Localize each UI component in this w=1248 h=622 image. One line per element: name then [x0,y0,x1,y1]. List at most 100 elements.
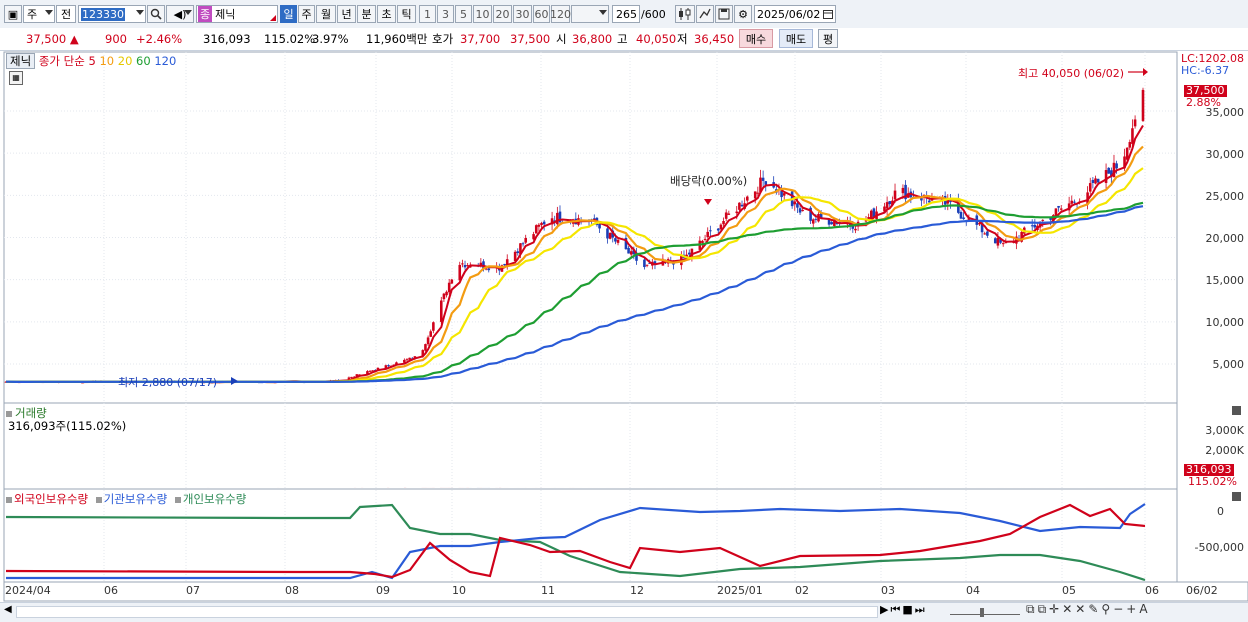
candle-body [1057,206,1060,208]
individual-holdings-label[interactable]: 개인보유수량 [183,492,246,506]
brush-icon[interactable]: ✎ [1088,602,1101,616]
ma-10[interactable]: 10 [99,54,114,68]
candle-body [464,265,467,267]
volume-panel [4,403,1177,489]
layout-icon[interactable]: ⧉ [1038,602,1050,616]
x-axis-label: 12 [630,584,644,597]
candle-body [709,230,712,231]
candle-body [1142,90,1145,121]
stop-icon[interactable]: ■ [902,603,914,616]
ma-line-20 [6,168,1143,382]
play-icon[interactable]: ▶ [880,603,890,616]
plus-icon[interactable]: + [1126,602,1139,616]
x-right-label: 06/02 [1186,584,1218,597]
candle-body [487,269,490,271]
candle-body [522,243,525,244]
candle-body [746,197,749,201]
zoom-slider[interactable] [950,606,1020,615]
table-icon[interactable]: ▦ [9,71,23,85]
legend-marker [175,497,181,503]
ma-120[interactable]: 120 [154,54,176,68]
panel-close-icon [1232,492,1241,501]
candle-body [646,265,649,266]
horizontal-scrollbar[interactable] [16,606,878,618]
bottom-tools[interactable]: ⧉⧉✛✕✕✎⚲−+A [1026,602,1151,617]
candle-body [997,238,1000,246]
x-axis-label: 10 [452,584,466,597]
candle-body [796,203,799,207]
candle-body [1041,220,1044,221]
playback-controls[interactable]: ▶⏮■⏭ [880,603,927,617]
ma-line-10 [6,147,1143,383]
candle-body [735,212,738,213]
candle-body [461,263,464,264]
copy-icon[interactable]: ⧉ [1026,602,1038,616]
candle-body [894,191,897,200]
candle-body [1073,202,1076,203]
ma-label: 종가 단순 [39,54,85,68]
panel-close-icon [1232,406,1241,415]
rewind-icon[interactable]: ⏮ [890,603,902,616]
candle-body [754,191,757,198]
ma-5[interactable]: 5 [88,54,95,68]
low-annotation: 최저 2,880 (07/17) [118,374,217,390]
stock-chart[interactable] [0,0,1248,621]
y-tick: 25,000 [1206,190,1245,203]
minus-icon[interactable]: − [1113,602,1126,616]
hold-y-tick: 0 [1217,505,1224,518]
institution-holdings-label[interactable]: 기관보유수량 [104,492,167,506]
candle-body [606,228,609,238]
candle-body [503,264,506,265]
candle-body [440,301,443,322]
candle-body [757,193,760,194]
y-tick: 30,000 [1206,148,1245,161]
foreign-holdings-label[interactable]: 외국인보유수량 [14,492,88,506]
candle-body [424,344,427,351]
mark-icon[interactable]: ✕ [1075,602,1088,616]
x-axis-label: 06 [1145,584,1159,597]
forward-icon[interactable]: ⏭ [915,603,927,616]
candle-body [801,210,804,211]
candle-body [783,193,786,195]
candle-body [1002,243,1005,244]
candle-body [432,322,435,331]
ma-60[interactable]: 60 [136,54,151,68]
ma-20[interactable]: 20 [118,54,133,68]
scroll-left-icon[interactable]: ◀ [4,604,12,615]
y-tick: 20,000 [1206,232,1245,245]
candle-body [793,201,796,204]
y-tick: 5,000 [1213,358,1245,371]
hc-label: HC:-6.37 [1181,64,1229,77]
high-annotation: 최고 40,050 (06/02) [1018,65,1124,81]
x-axis-label: 07 [186,584,200,597]
hold-y-tick: -500,000 [1195,541,1244,554]
candle-body [762,178,765,181]
candle-body [1094,178,1097,183]
x-axis-label: 03 [881,584,895,597]
candle-body [815,219,818,220]
candle-body [445,292,448,295]
candle-body [704,239,707,240]
y-tick: 10,000 [1206,316,1245,329]
measure-icon[interactable]: ✕ [1062,602,1075,616]
y-tick: 15,000 [1206,274,1245,287]
candle-body [706,232,709,237]
candle-body [983,233,986,234]
candle-body [717,229,720,231]
low-arrow-icon [231,377,238,385]
volume-pct-tag: 115.02% [1188,476,1237,487]
zoom-slider-handle[interactable] [980,608,984,617]
font-size-icon[interactable]: A [1139,602,1150,616]
candle-body [1060,209,1063,210]
stock-name-tag[interactable]: 제닉 [6,53,35,69]
high-arrow-head [1143,68,1148,76]
crosshair-icon[interactable]: ✛ [1049,602,1062,616]
candle-body [741,205,744,206]
legend-marker [6,497,12,503]
zoom-icon[interactable]: ⚲ [1101,602,1113,616]
candle-body [630,251,633,254]
x-axis-label: 2025/01 [717,584,763,597]
candle-body [535,225,538,233]
price-panel-legend: 제닉 종가 단순 5 10 20 60 120 [6,53,176,69]
candle-body [406,359,409,360]
